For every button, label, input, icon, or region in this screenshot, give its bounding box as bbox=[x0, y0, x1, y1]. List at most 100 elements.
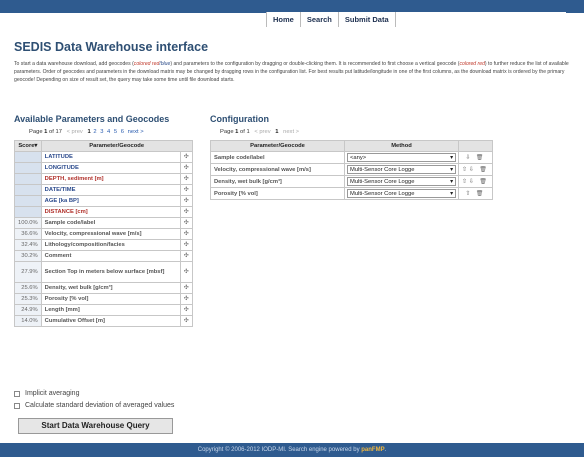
add-move-icon[interactable]: ✣ bbox=[179, 261, 193, 283]
config-ops-header bbox=[458, 140, 493, 152]
start-query-button[interactable]: Start Data Warehouse Query bbox=[18, 418, 173, 434]
parameter-row[interactable]: 32.4% Lithology/composition/facies ✣ bbox=[14, 239, 193, 251]
method-select[interactable]: Multi-Sensor Core Logge ▾ bbox=[347, 177, 456, 186]
parameter-name[interactable]: Lithology/composition/facies bbox=[40, 239, 181, 251]
page-link[interactable]: 1 bbox=[275, 129, 278, 135]
parameter-name[interactable]: Section Top in meters below surface [mbs… bbox=[40, 261, 181, 283]
config-parameter-name[interactable]: Density, wet bulk [g/cm³] bbox=[210, 175, 345, 188]
parameter-row[interactable]: DATE/TIME ✣ bbox=[14, 184, 193, 196]
add-move-icon[interactable]: ✣ bbox=[179, 282, 193, 294]
menu-search[interactable]: Search bbox=[300, 12, 339, 27]
parameter-name[interactable]: AGE [ka BP] bbox=[40, 195, 181, 207]
score-cell bbox=[14, 195, 42, 207]
score-cell bbox=[14, 206, 42, 218]
parameter-row[interactable]: 25.6% Density, wet bulk [g/cm³] ✣ bbox=[14, 282, 193, 294]
parameter-name[interactable]: Length [mm] bbox=[40, 304, 181, 316]
chevron-down-icon: ▾ bbox=[450, 178, 453, 185]
menu-submit-data[interactable]: Submit Data bbox=[338, 12, 396, 27]
parameter-row[interactable]: LATITUDE ✣ bbox=[14, 151, 193, 163]
std-dev-checkbox[interactable] bbox=[14, 402, 20, 409]
row-actions[interactable]: ⇧ 🗑 bbox=[458, 187, 493, 200]
add-move-icon[interactable]: ✣ bbox=[179, 206, 193, 218]
add-move-icon[interactable]: ✣ bbox=[179, 173, 193, 185]
implicit-averaging-checkbox[interactable] bbox=[14, 390, 20, 397]
parameter-name[interactable]: Comment bbox=[40, 250, 181, 262]
parameter-name[interactable]: Porosity [% vol] bbox=[40, 293, 181, 305]
implicit-averaging-option[interactable]: Implicit averaging bbox=[14, 390, 79, 397]
add-move-icon[interactable]: ✣ bbox=[179, 250, 193, 262]
parameter-name[interactable]: LATITUDE bbox=[40, 151, 181, 163]
next-link[interactable]: next > bbox=[283, 129, 299, 135]
add-move-icon[interactable]: ✣ bbox=[179, 162, 193, 174]
row-actions[interactable]: ⇧⇩ 🗑 bbox=[458, 175, 493, 188]
parameter-name[interactable]: Sample code/label bbox=[40, 217, 181, 229]
add-move-icon[interactable]: ✣ bbox=[179, 315, 193, 327]
parameter-row[interactable]: DEPTH, sediment [m] ✣ bbox=[14, 173, 193, 185]
row-actions[interactable]: ⇩ 🗑 bbox=[458, 151, 493, 164]
parameter-row[interactable]: 36.6% Velocity, compressional wave [m/s] ✣ bbox=[14, 228, 193, 240]
parameter-row[interactable]: 24.9% Length [mm] ✣ bbox=[14, 304, 193, 316]
parameter-row[interactable]: 14.0% Cumulative Offset [m] ✣ bbox=[14, 315, 193, 327]
menu-home[interactable]: Home bbox=[267, 12, 301, 27]
config-row[interactable]: Sample code/label <any> ▾ ⇩ 🗑 bbox=[210, 151, 493, 164]
parameter-name[interactable]: Velocity, compressional wave [m/s] bbox=[40, 228, 181, 240]
parameter-name[interactable]: LONGITUDE bbox=[40, 162, 181, 174]
chevron-down-icon: ▾ bbox=[450, 154, 453, 161]
parameter-row[interactable]: 27.9% Section Top in meters below surface… bbox=[14, 261, 193, 283]
parameter-name[interactable]: Cumulative Offset [m] bbox=[40, 315, 181, 327]
score-sort-header[interactable]: Score▾ bbox=[14, 140, 42, 152]
score-cell: 36.6% bbox=[14, 228, 42, 240]
page-link[interactable]: 4 bbox=[107, 129, 110, 135]
add-move-icon[interactable]: ✣ bbox=[179, 293, 193, 305]
page-link[interactable]: 1 bbox=[87, 129, 90, 135]
config-parameter-name[interactable]: Velocity, compressional wave [m/s] bbox=[210, 163, 345, 176]
chevron-down-icon: ▾ bbox=[450, 190, 453, 197]
method-select[interactable]: <any> ▾ bbox=[347, 153, 456, 162]
score-cell: 25.6% bbox=[14, 282, 42, 294]
parameter-row[interactable]: DISTANCE [cm] ✣ bbox=[14, 206, 193, 218]
parameter-row[interactable]: 25.3% Porosity [% vol] ✣ bbox=[14, 293, 193, 305]
add-move-icon[interactable]: ✣ bbox=[179, 151, 193, 163]
add-move-icon[interactable]: ✣ bbox=[179, 184, 193, 196]
parameter-row[interactable]: 100.0% Sample code/label ✣ bbox=[14, 217, 193, 229]
footer: Copyright © 2006-2012 IODP-MI. Search en… bbox=[0, 443, 584, 457]
parameter-header: Parameter/Geocode bbox=[40, 140, 193, 152]
row-actions[interactable]: ⇧⇩ 🗑 bbox=[458, 163, 493, 176]
parameter-name[interactable]: DEPTH, sediment [m] bbox=[40, 173, 181, 185]
config-row[interactable]: Density, wet bulk [g/cm³] Multi-Sensor Co… bbox=[210, 175, 493, 188]
config-parameter-name[interactable]: Porosity [% vol] bbox=[210, 187, 345, 200]
score-cell: 32.4% bbox=[14, 239, 42, 251]
prev-link[interactable]: < prev bbox=[254, 129, 270, 135]
parameter-name[interactable]: Density, wet bulk [g/cm³] bbox=[40, 282, 181, 294]
parameter-row[interactable]: 30.2% Comment ✣ bbox=[14, 250, 193, 262]
add-move-icon[interactable]: ✣ bbox=[179, 239, 193, 251]
parameter-row[interactable]: LONGITUDE ✣ bbox=[14, 162, 193, 174]
available-table: Score▾ Parameter/Geocode LATITUDE ✣ LONGIT… bbox=[14, 140, 193, 327]
prev-link[interactable]: < prev bbox=[67, 129, 83, 135]
score-cell bbox=[14, 173, 42, 185]
add-move-icon[interactable]: ✣ bbox=[179, 228, 193, 240]
config-row[interactable]: Velocity, compressional wave [m/s] Multi-… bbox=[210, 163, 493, 176]
parameter-name[interactable]: DATE/TIME bbox=[40, 184, 181, 196]
method-select[interactable]: Multi-Sensor Core Logge ▾ bbox=[347, 189, 456, 198]
configuration-table: Parameter/Geocode Method Sample code/lab… bbox=[210, 140, 493, 200]
config-parameter-header: Parameter/Geocode bbox=[210, 140, 345, 152]
add-move-icon[interactable]: ✣ bbox=[179, 304, 193, 316]
std-dev-option[interactable]: Calculate standard deviation of averaged… bbox=[14, 402, 174, 409]
add-move-icon[interactable]: ✣ bbox=[179, 195, 193, 207]
method-select[interactable]: Multi-Sensor Core Logge ▾ bbox=[347, 165, 456, 174]
next-link[interactable]: next > bbox=[128, 129, 144, 135]
parameter-name[interactable]: DISTANCE [cm] bbox=[40, 206, 181, 218]
add-move-icon[interactable]: ✣ bbox=[179, 217, 193, 229]
page-link[interactable]: 2 bbox=[93, 129, 96, 135]
method-cell: <any> ▾ bbox=[344, 151, 459, 164]
panfmp-link[interactable]: panFMP bbox=[361, 447, 384, 453]
page-link[interactable]: 5 bbox=[114, 129, 117, 135]
score-cell bbox=[14, 184, 42, 196]
page-link[interactable]: 6 bbox=[121, 129, 124, 135]
score-cell: 25.3% bbox=[14, 293, 42, 305]
page-link[interactable]: 3 bbox=[100, 129, 103, 135]
parameter-row[interactable]: AGE [ka BP] ✣ bbox=[14, 195, 193, 207]
config-parameter-name[interactable]: Sample code/label bbox=[210, 151, 345, 164]
config-row[interactable]: Porosity [% vol] Multi-Sensor Core Logge ▾… bbox=[210, 187, 493, 200]
